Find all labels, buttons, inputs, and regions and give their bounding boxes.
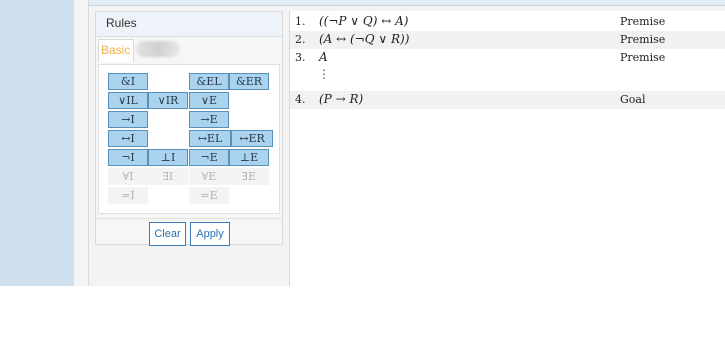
rule-not-intro-button[interactable]: ¬I (108, 149, 148, 166)
rule-bottom-elim-button[interactable]: ⊥E (229, 149, 269, 166)
rule-equals-elim-button: =E (189, 187, 229, 204)
formula: (P → R) (319, 92, 364, 106)
line-number: 3. (295, 51, 306, 64)
rule-not-elim-button[interactable]: ¬E (189, 149, 229, 166)
justification: Premise (620, 33, 666, 46)
rules-tabs: Basic (96, 37, 282, 62)
proof-line[interactable]: 3. A Premise (290, 49, 725, 67)
rule-bottom-intro-button[interactable]: ⊥I (148, 149, 188, 166)
rule-exists-elim-button: ∃E (229, 168, 269, 185)
rules-panel: Rules Basic &I &EL &ER ∨IL ∨IR ∨E →I →E … (95, 11, 283, 246)
proof-goal-line[interactable]: 4. (P → R) Goal (290, 91, 725, 109)
rules-footer: Clear Apply (96, 218, 282, 246)
clear-button[interactable]: Clear (149, 222, 186, 246)
rules-header: Rules (96, 12, 282, 37)
rule-implies-intro-button[interactable]: →I (108, 111, 148, 128)
left-sidebar-strip (0, 0, 74, 286)
tab-blurred[interactable] (136, 41, 180, 57)
rule-iff-elim-left-button[interactable]: ↔EL (189, 130, 231, 147)
rule-and-intro-button[interactable]: &I (108, 73, 148, 90)
line-number: 2. (295, 33, 306, 46)
rule-or-intro-left-button[interactable]: ∨IL (108, 92, 148, 109)
formula: (A ↔ (¬Q ∨ R)) (319, 32, 410, 46)
rule-equals-intro-button: =I (108, 187, 148, 204)
justification: Premise (620, 51, 666, 64)
rule-iff-elim-right-button[interactable]: ↔ER (231, 130, 273, 147)
line-number: 1. (295, 15, 306, 28)
formula: ((¬P ∨ Q) ↔ A) (319, 14, 409, 28)
rule-or-intro-right-button[interactable]: ∨IR (148, 92, 188, 109)
rule-or-elim-button[interactable]: ∨E (189, 92, 229, 109)
vertical-ellipsis: ⋮ (318, 67, 330, 81)
rule-and-elim-left-button[interactable]: &EL (189, 73, 229, 90)
rule-forall-elim-button: ∀E (189, 168, 229, 185)
proof-line[interactable]: 1. ((¬P ∨ Q) ↔ A) Premise (290, 13, 725, 31)
proof-line[interactable]: 2. (A ↔ (¬Q ∨ R)) Premise (290, 31, 725, 49)
proof-gap: ⋮ (290, 67, 725, 89)
formula: A (319, 50, 328, 64)
apply-button[interactable]: Apply (190, 222, 230, 246)
rule-button-grid: &I &EL &ER ∨IL ∨IR ∨E →I →E ↔I ↔EL ↔ER ¬… (98, 64, 280, 214)
justification: Goal (620, 93, 646, 106)
panel-gutter (74, 0, 89, 286)
rule-iff-intro-button[interactable]: ↔I (108, 130, 148, 147)
rule-implies-elim-button[interactable]: →E (189, 111, 229, 128)
tab-basic[interactable]: Basic (98, 39, 134, 62)
proof-area: 1. ((¬P ∨ Q) ↔ A) Premise 2. (A ↔ (¬Q ∨ … (289, 11, 725, 286)
rule-forall-intro-button: ∀I (108, 168, 148, 185)
rule-exists-intro-button: ∃I (148, 168, 188, 185)
rule-and-elim-right-button[interactable]: &ER (229, 73, 269, 90)
justification: Premise (620, 15, 666, 28)
line-number: 4. (295, 93, 306, 106)
